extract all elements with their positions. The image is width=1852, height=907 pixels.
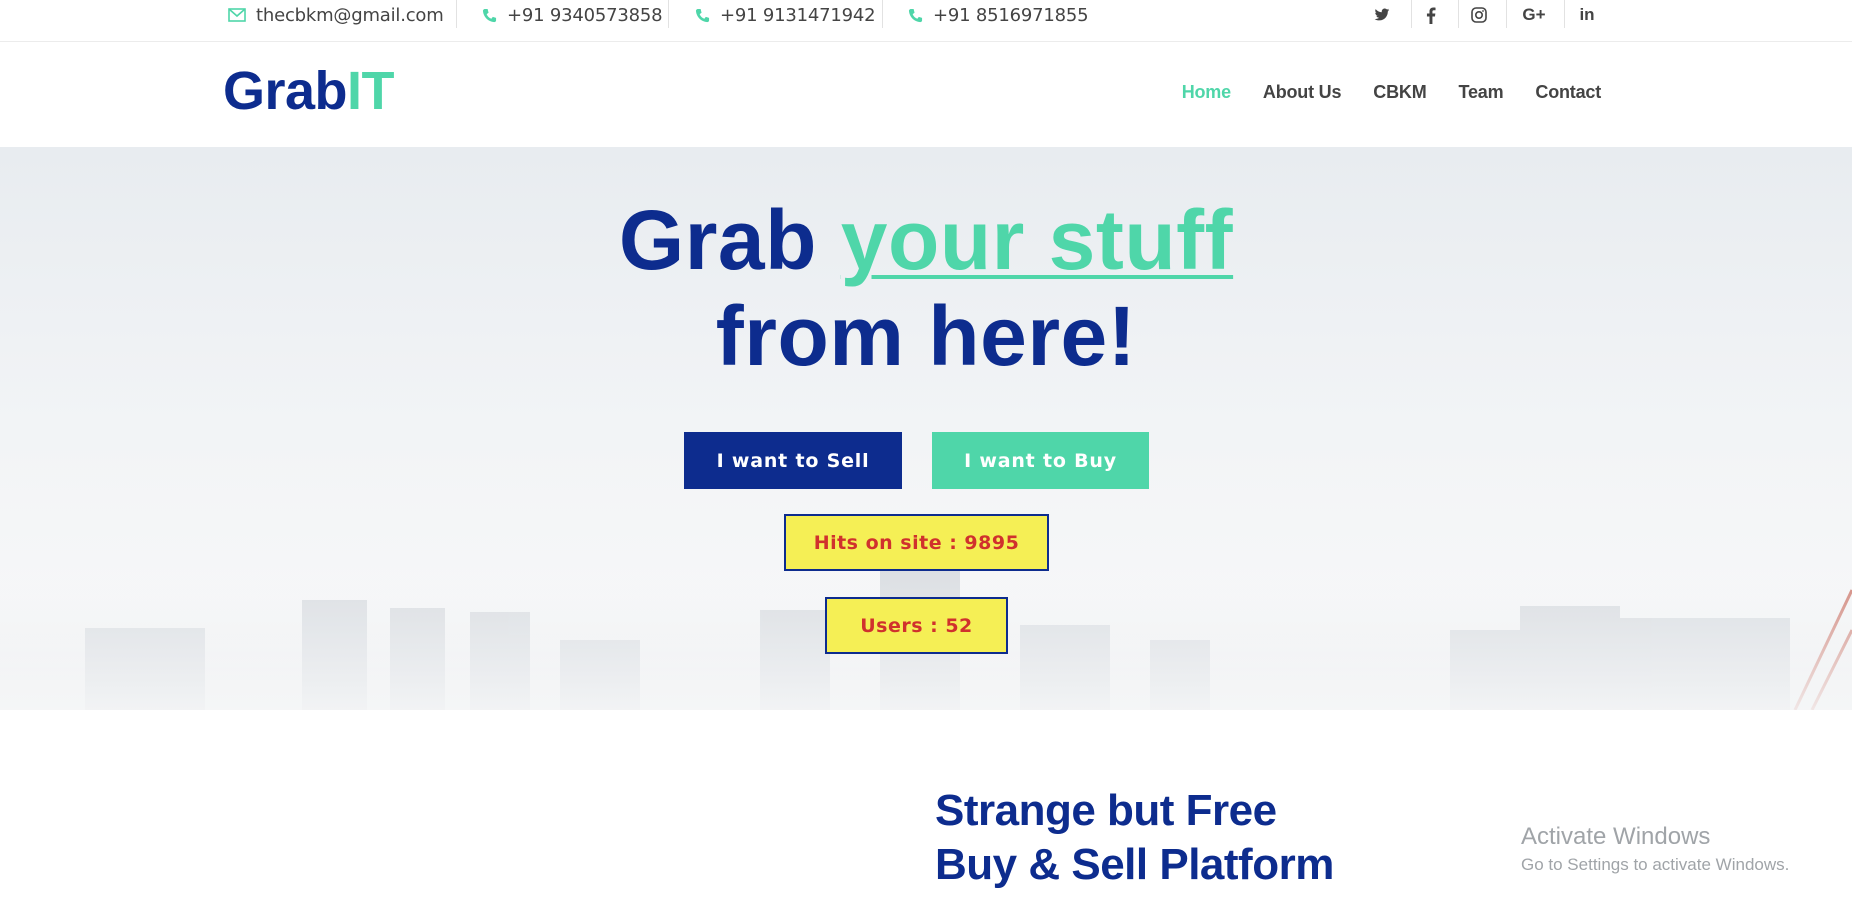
- twitter-link[interactable]: [1365, 0, 1399, 30]
- main-nav: Home About Us CBKM Team Contact: [1182, 82, 1602, 103]
- hero-section: Grab your stuff from here! I want to Sel…: [0, 147, 1852, 710]
- divider: [1411, 0, 1412, 28]
- instagram-icon: [1471, 7, 1487, 23]
- nav-cbkm[interactable]: CBKM: [1373, 82, 1426, 103]
- phone-contact-1[interactable]: +91 9340573858: [482, 0, 663, 30]
- activate-windows-watermark: Activate Windows Go to Settings to activ…: [1521, 822, 1789, 878]
- sell-button[interactable]: I want to Sell: [684, 432, 902, 489]
- headline-accent: your stuff: [840, 193, 1234, 287]
- email-text: thecbkm@gmail.com: [256, 4, 444, 26]
- phone-text: +91 8516971855: [933, 4, 1089, 26]
- instagram-link[interactable]: [1462, 0, 1496, 30]
- email-contact[interactable]: thecbkm@gmail.com: [228, 0, 444, 30]
- linkedin-link[interactable]: in: [1570, 0, 1604, 30]
- hits-counter: Hits on site : 9895: [784, 514, 1049, 571]
- nav-contact[interactable]: Contact: [1535, 82, 1601, 103]
- divider: [1564, 0, 1565, 28]
- divider: [882, 0, 883, 28]
- section-title-line1: Strange but Free: [935, 786, 1277, 835]
- divider: [1506, 0, 1507, 28]
- divider: [668, 0, 669, 28]
- divider: [1458, 0, 1459, 28]
- nav-about-us[interactable]: About Us: [1263, 82, 1342, 103]
- envelope-icon: [228, 8, 246, 22]
- watermark-line1: Activate Windows: [1521, 823, 1711, 850]
- phone-icon: [695, 8, 710, 22]
- site-header: GrabIT Home About Us CBKM Team Contact: [0, 42, 1852, 147]
- phone-contact-3[interactable]: +91 8516971855: [908, 0, 1089, 30]
- headline-line2: from here!: [715, 289, 1137, 383]
- phone-contact-2[interactable]: +91 9131471942: [695, 0, 876, 30]
- phone-icon: [482, 8, 497, 22]
- logo-part-it: IT: [347, 61, 395, 121]
- googleplus-link[interactable]: G+: [1517, 0, 1551, 30]
- logo-part-grab: Grab: [223, 61, 348, 121]
- users-counter: Users : 52: [825, 597, 1008, 654]
- site-logo[interactable]: GrabIT: [223, 61, 395, 121]
- divider: [456, 0, 457, 28]
- section-title-line2: Buy & Sell Platform: [935, 840, 1334, 889]
- twitter-icon: [1374, 8, 1390, 21]
- section-title: Strange but Free Buy & Sell Platform: [935, 784, 1334, 892]
- hero-headline: Grab your stuff from here!: [0, 192, 1852, 384]
- phone-text: +91 9340573858: [507, 4, 663, 26]
- googleplus-icon: G+: [1522, 5, 1546, 24]
- buy-button[interactable]: I want to Buy: [932, 432, 1149, 489]
- headline-part-grab: Grab: [618, 193, 841, 287]
- watermark-line2: Go to Settings to activate Windows.: [1521, 855, 1790, 874]
- top-contact-bar: thecbkm@gmail.com +91 9340573858 +91 913…: [0, 0, 1852, 42]
- linkedin-icon: in: [1579, 5, 1595, 24]
- phone-text: +91 9131471942: [720, 4, 876, 26]
- nav-home[interactable]: Home: [1182, 82, 1231, 103]
- facebook-icon: [1426, 6, 1436, 24]
- nav-team[interactable]: Team: [1459, 82, 1504, 103]
- facebook-link[interactable]: [1414, 0, 1448, 30]
- phone-icon: [908, 8, 923, 22]
